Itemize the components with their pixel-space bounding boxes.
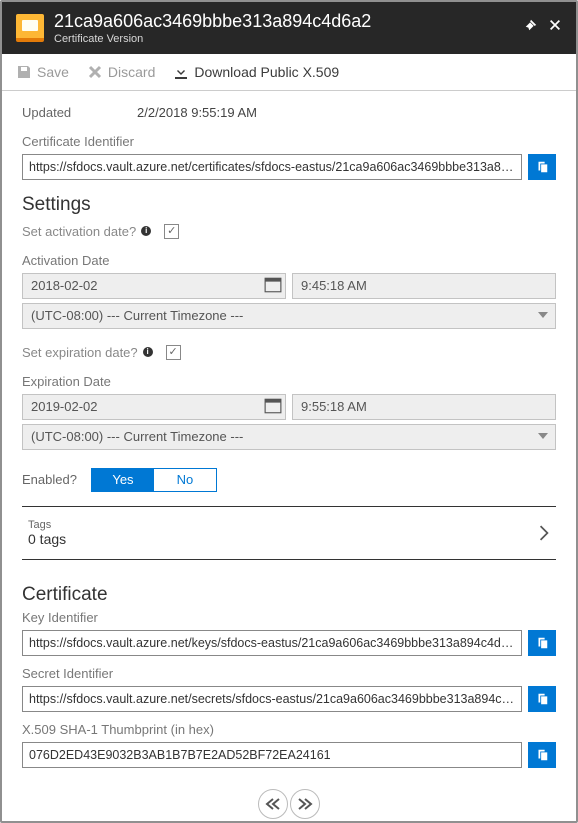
discard-icon — [87, 64, 103, 80]
blade-header: 21ca9a606ac3469bbbe313a894c4d6a2 Certifi… — [2, 2, 576, 54]
activation-checkbox[interactable] — [164, 224, 179, 239]
blade-frame: 21ca9a606ac3469bbbe313a894c4d6a2 Certifi… — [0, 0, 578, 823]
nav-next-button[interactable] — [290, 789, 320, 819]
activation-date-label: Activation Date — [22, 253, 556, 268]
info-icon[interactable]: i — [141, 226, 151, 236]
cert-id-label: Certificate Identifier — [22, 134, 556, 149]
secret-id-input[interactable] — [22, 686, 522, 712]
discard-button[interactable]: Discard — [87, 64, 155, 80]
activation-date-input[interactable] — [22, 273, 286, 299]
certificate-icon — [16, 14, 44, 42]
nav-prev-button[interactable] — [258, 789, 288, 819]
header-text: 21ca9a606ac3469bbbe313a894c4d6a2 Certifi… — [54, 11, 524, 45]
toggle-no[interactable]: No — [154, 469, 216, 491]
footer-nav — [258, 789, 320, 819]
copy-icon — [535, 160, 549, 174]
copy-key-id-button[interactable] — [528, 630, 556, 656]
blade-title: 21ca9a606ac3469bbbe313a894c4d6a2 — [54, 11, 524, 33]
set-activation-label: Set activation date? — [22, 224, 136, 239]
enabled-label: Enabled? — [22, 472, 77, 487]
pin-icon[interactable] — [524, 18, 538, 37]
save-icon — [16, 64, 32, 80]
activation-time-input[interactable] — [292, 273, 556, 299]
copy-icon — [535, 748, 549, 762]
copy-secret-id-button[interactable] — [528, 686, 556, 712]
chevron-right-icon — [538, 525, 550, 541]
key-id-label: Key Identifier — [22, 610, 556, 625]
copy-icon — [535, 636, 549, 650]
close-icon[interactable] — [548, 18, 562, 37]
command-bar: Save Discard Download Public X.509 — [2, 54, 576, 91]
updated-label: Updated — [22, 105, 137, 120]
certificate-heading: Certificate — [22, 584, 556, 606]
key-id-input[interactable] — [22, 630, 522, 656]
save-button[interactable]: Save — [16, 64, 69, 80]
blade-body: Updated 2/2/2018 9:55:19 AM Certificate … — [2, 91, 576, 821]
download-icon — [173, 64, 189, 80]
toggle-yes[interactable]: Yes — [92, 469, 154, 491]
updated-value: 2/2/2018 9:55:19 AM — [137, 105, 257, 120]
expiration-date-label: Expiration Date — [22, 374, 556, 389]
expiration-time-input[interactable] — [292, 394, 556, 420]
settings-heading: Settings — [22, 194, 556, 216]
cert-id-input[interactable] — [22, 154, 522, 180]
thumbprint-input[interactable] — [22, 742, 522, 768]
tags-count: 0 tags — [28, 531, 538, 547]
thumbprint-label: X.509 SHA-1 Thumbprint (in hex) — [22, 722, 556, 737]
expiration-date-input[interactable] — [22, 394, 286, 420]
expiration-checkbox[interactable] — [166, 345, 181, 360]
tags-row[interactable]: Tags 0 tags — [22, 506, 556, 560]
activation-timezone-select[interactable] — [22, 303, 556, 329]
info-icon[interactable]: i — [143, 347, 153, 357]
secret-id-label: Secret Identifier — [22, 666, 556, 681]
download-button[interactable]: Download Public X.509 — [173, 64, 339, 80]
expiration-timezone-select[interactable] — [22, 424, 556, 450]
copy-icon — [535, 692, 549, 706]
copy-cert-id-button[interactable] — [528, 154, 556, 180]
tags-label: Tags — [28, 519, 538, 531]
copy-thumbprint-button[interactable] — [528, 742, 556, 768]
set-expiration-label: Set expiration date? — [22, 345, 138, 360]
enabled-toggle[interactable]: Yes No — [91, 468, 217, 492]
blade-subtitle: Certificate Version — [54, 33, 524, 45]
